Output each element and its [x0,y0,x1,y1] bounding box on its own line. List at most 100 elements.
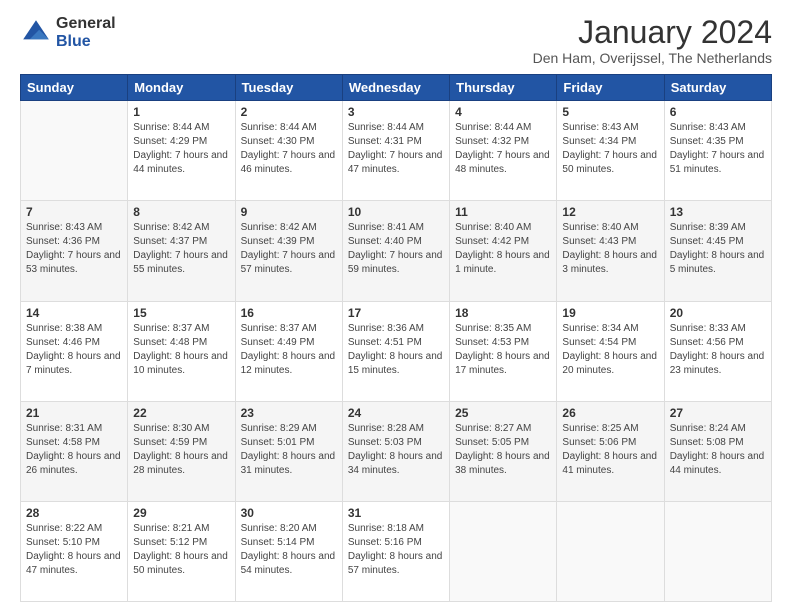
calendar-header-wednesday: Wednesday [342,75,449,101]
calendar-cell: 18Sunrise: 8:35 AMSunset: 4:53 PMDayligh… [450,301,557,401]
day-info: Sunrise: 8:43 AMSunset: 4:34 PMDaylight:… [562,121,658,177]
calendar-cell: 30 Sunrise: 8:20 AMSunset: 5:14 PMDayligh… [235,501,342,601]
day-number: 12 [562,205,658,219]
day-number: 31 [348,506,444,520]
calendar-week-3: 14 Sunrise: 8:38 AMSunset: 4:46 PMDayligh… [21,301,772,401]
calendar-cell: 31Sunrise: 8:18 AMSunset: 5:16 PMDayligh… [342,501,449,601]
day-info: Sunrise: 8:27 AMSunset: 5:05 PMDaylight:… [455,422,551,478]
day-info: Sunrise: 8:30 AMSunset: 4:59 PMDaylight:… [133,422,229,478]
day-number: 25 [455,406,551,420]
calendar-cell [21,101,128,201]
day-number: 19 [562,306,658,320]
calendar-cell: 22Sunrise: 8:30 AMSunset: 4:59 PMDayligh… [128,401,235,501]
calendar-cell: 13 Sunrise: 8:39 AMSunset: 4:45 PMDayligh… [664,201,771,301]
calendar-cell: 19 Sunrise: 8:34 AMSunset: 4:54 PMDayligh… [557,301,664,401]
calendar-cell: 28 Sunrise: 8:22 AMSunset: 5:10 PMDayligh… [21,501,128,601]
calendar-week-2: 7 Sunrise: 8:43 AMSunset: 4:36 PMDaylight… [21,201,772,301]
day-number: 27 [670,406,766,420]
calendar-header-monday: Monday [128,75,235,101]
calendar-cell: 3 Sunrise: 8:44 AMSunset: 4:31 PMDaylight… [342,101,449,201]
calendar-cell: 9 Sunrise: 8:42 AMSunset: 4:39 PMDaylight… [235,201,342,301]
day-number: 13 [670,205,766,219]
logo: General Blue [20,15,116,51]
day-info: Sunrise: 8:40 AMSunset: 4:43 PMDaylight:… [562,221,658,277]
calendar-cell: 15 Sunrise: 8:37 AMSunset: 4:48 PMDayligh… [128,301,235,401]
day-number: 3 [348,105,444,119]
day-number: 23 [241,406,337,420]
calendar-cell: 24 Sunrise: 8:28 AMSunset: 5:03 PMDayligh… [342,401,449,501]
day-number: 24 [348,406,444,420]
day-info: Sunrise: 8:39 AMSunset: 4:45 PMDaylight:… [670,221,766,277]
day-info: Sunrise: 8:38 AMSunset: 4:46 PMDaylight:… [26,322,122,378]
day-info: Sunrise: 8:24 AMSunset: 5:08 PMDaylight:… [670,422,766,478]
day-number: 10 [348,205,444,219]
day-info: Sunrise: 8:41 AMSunset: 4:40 PMDaylight:… [348,221,444,277]
page: General Blue January 2024 Den Ham, Overi… [0,0,792,612]
calendar-cell: 4 Sunrise: 8:44 AMSunset: 4:32 PMDaylight… [450,101,557,201]
day-info: Sunrise: 8:42 AMSunset: 4:39 PMDaylight:… [241,221,337,277]
calendar-week-1: 1 Sunrise: 8:44 AMSunset: 4:29 PMDaylight… [21,101,772,201]
calendar-table: SundayMondayTuesdayWednesdayThursdayFrid… [20,74,772,602]
calendar-cell [557,501,664,601]
calendar-cell: 12 Sunrise: 8:40 AMSunset: 4:43 PMDayligh… [557,201,664,301]
calendar-cell: 5Sunrise: 8:43 AMSunset: 4:34 PMDaylight… [557,101,664,201]
day-number: 4 [455,105,551,119]
calendar-cell: 2Sunrise: 8:44 AMSunset: 4:30 PMDaylight… [235,101,342,201]
day-number: 30 [241,506,337,520]
day-info: Sunrise: 8:37 AMSunset: 4:49 PMDaylight:… [241,322,337,378]
calendar-cell: 26 Sunrise: 8:25 AMSunset: 5:06 PMDayligh… [557,401,664,501]
calendar-header-tuesday: Tuesday [235,75,342,101]
day-info: Sunrise: 8:43 AMSunset: 4:36 PMDaylight:… [26,221,122,277]
day-number: 14 [26,306,122,320]
calendar-cell: 29 Sunrise: 8:21 AMSunset: 5:12 PMDayligh… [128,501,235,601]
day-info: Sunrise: 8:34 AMSunset: 4:54 PMDaylight:… [562,322,658,378]
day-number: 7 [26,205,122,219]
logo-line1: General [56,15,116,33]
day-number: 29 [133,506,229,520]
day-info: Sunrise: 8:44 AMSunset: 4:32 PMDaylight:… [455,121,551,177]
day-number: 1 [133,105,229,119]
day-info: Sunrise: 8:36 AMSunset: 4:51 PMDaylight:… [348,322,444,378]
calendar-header-saturday: Saturday [664,75,771,101]
calendar-cell: 21 Sunrise: 8:31 AMSunset: 4:58 PMDayligh… [21,401,128,501]
day-info: Sunrise: 8:28 AMSunset: 5:03 PMDaylight:… [348,422,444,478]
calendar-cell [450,501,557,601]
day-number: 26 [562,406,658,420]
header: General Blue January 2024 Den Ham, Overi… [20,15,772,66]
calendar-cell: 23 Sunrise: 8:29 AMSunset: 5:01 PMDayligh… [235,401,342,501]
calendar-cell: 8Sunrise: 8:42 AMSunset: 4:37 PMDaylight… [128,201,235,301]
day-number: 17 [348,306,444,320]
day-info: Sunrise: 8:20 AMSunset: 5:14 PMDaylight:… [241,522,337,578]
calendar-header-thursday: Thursday [450,75,557,101]
day-info: Sunrise: 8:25 AMSunset: 5:06 PMDaylight:… [562,422,658,478]
calendar-cell: 1 Sunrise: 8:44 AMSunset: 4:29 PMDaylight… [128,101,235,201]
calendar-cell: 14 Sunrise: 8:38 AMSunset: 4:46 PMDayligh… [21,301,128,401]
day-info: Sunrise: 8:33 AMSunset: 4:56 PMDaylight:… [670,322,766,378]
day-info: Sunrise: 8:37 AMSunset: 4:48 PMDaylight:… [133,322,229,378]
calendar-cell: 7 Sunrise: 8:43 AMSunset: 4:36 PMDaylight… [21,201,128,301]
day-number: 28 [26,506,122,520]
main-title: January 2024 [533,15,772,50]
subtitle: Den Ham, Overijssel, The Netherlands [533,50,772,66]
calendar-header-sunday: Sunday [21,75,128,101]
day-number: 9 [241,205,337,219]
day-info: Sunrise: 8:22 AMSunset: 5:10 PMDaylight:… [26,522,122,578]
calendar-cell: 16 Sunrise: 8:37 AMSunset: 4:49 PMDayligh… [235,301,342,401]
day-info: Sunrise: 8:44 AMSunset: 4:29 PMDaylight:… [133,121,229,177]
day-info: Sunrise: 8:35 AMSunset: 4:53 PMDaylight:… [455,322,551,378]
day-number: 16 [241,306,337,320]
day-info: Sunrise: 8:29 AMSunset: 5:01 PMDaylight:… [241,422,337,478]
day-number: 21 [26,406,122,420]
calendar-cell: 11Sunrise: 8:40 AMSunset: 4:42 PMDayligh… [450,201,557,301]
day-info: Sunrise: 8:42 AMSunset: 4:37 PMDaylight:… [133,221,229,277]
day-number: 6 [670,105,766,119]
calendar-cell: 20Sunrise: 8:33 AMSunset: 4:56 PMDayligh… [664,301,771,401]
day-info: Sunrise: 8:21 AMSunset: 5:12 PMDaylight:… [133,522,229,578]
day-info: Sunrise: 8:44 AMSunset: 4:31 PMDaylight:… [348,121,444,177]
day-info: Sunrise: 8:43 AMSunset: 4:35 PMDaylight:… [670,121,766,177]
logo-line2: Blue [56,33,116,51]
day-info: Sunrise: 8:31 AMSunset: 4:58 PMDaylight:… [26,422,122,478]
calendar-cell: 6 Sunrise: 8:43 AMSunset: 4:35 PMDaylight… [664,101,771,201]
calendar-cell: 10 Sunrise: 8:41 AMSunset: 4:40 PMDayligh… [342,201,449,301]
day-number: 15 [133,306,229,320]
